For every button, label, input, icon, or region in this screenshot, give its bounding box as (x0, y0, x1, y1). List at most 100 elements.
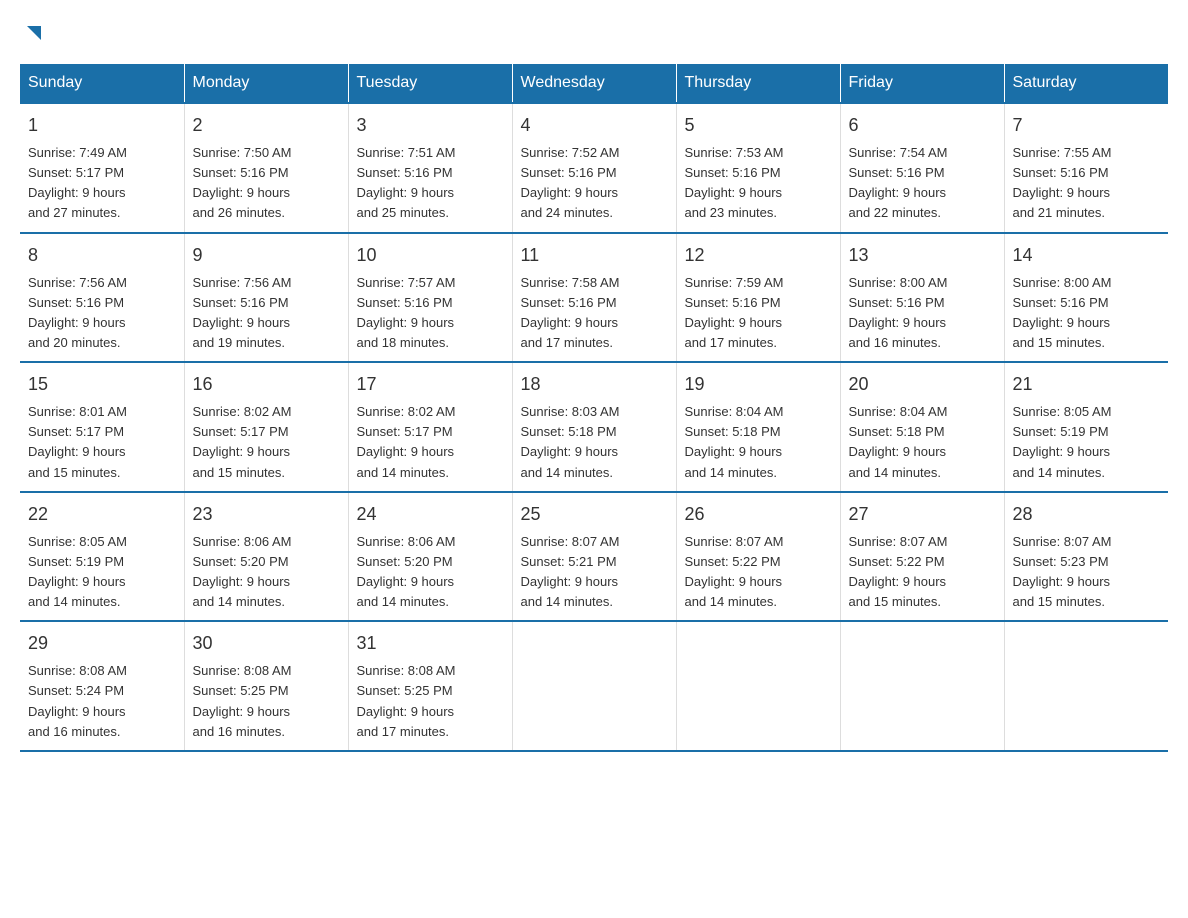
day-info: Sunrise: 7:59 AMSunset: 5:16 PMDaylight:… (685, 275, 784, 350)
calendar-cell: 6 Sunrise: 7:54 AMSunset: 5:16 PMDayligh… (840, 103, 1004, 233)
calendar-cell: 26 Sunrise: 8:07 AMSunset: 5:22 PMDaylig… (676, 492, 840, 622)
day-number: 16 (193, 371, 340, 398)
day-info: Sunrise: 8:02 AMSunset: 5:17 PMDaylight:… (193, 404, 292, 479)
day-info: Sunrise: 7:52 AMSunset: 5:16 PMDaylight:… (521, 145, 620, 220)
day-info: Sunrise: 7:53 AMSunset: 5:16 PMDaylight:… (685, 145, 784, 220)
calendar-cell: 29 Sunrise: 8:08 AMSunset: 5:24 PMDaylig… (20, 621, 184, 751)
calendar-cell: 13 Sunrise: 8:00 AMSunset: 5:16 PMDaylig… (840, 233, 1004, 363)
calendar-cell (1004, 621, 1168, 751)
day-number: 27 (849, 501, 996, 528)
day-info: Sunrise: 7:57 AMSunset: 5:16 PMDaylight:… (357, 275, 456, 350)
day-number: 25 (521, 501, 668, 528)
calendar-cell: 28 Sunrise: 8:07 AMSunset: 5:23 PMDaylig… (1004, 492, 1168, 622)
calendar-cell: 17 Sunrise: 8:02 AMSunset: 5:17 PMDaylig… (348, 362, 512, 492)
header-sunday: Sunday (20, 64, 184, 103)
calendar-cell: 12 Sunrise: 7:59 AMSunset: 5:16 PMDaylig… (676, 233, 840, 363)
day-info: Sunrise: 7:56 AMSunset: 5:16 PMDaylight:… (28, 275, 127, 350)
day-info: Sunrise: 8:03 AMSunset: 5:18 PMDaylight:… (521, 404, 620, 479)
calendar-cell: 4 Sunrise: 7:52 AMSunset: 5:16 PMDayligh… (512, 103, 676, 233)
calendar-cell: 24 Sunrise: 8:06 AMSunset: 5:20 PMDaylig… (348, 492, 512, 622)
calendar-cell: 22 Sunrise: 8:05 AMSunset: 5:19 PMDaylig… (20, 492, 184, 622)
day-info: Sunrise: 8:06 AMSunset: 5:20 PMDaylight:… (357, 534, 456, 609)
calendar-week-2: 8 Sunrise: 7:56 AMSunset: 5:16 PMDayligh… (20, 233, 1168, 363)
header-monday: Monday (184, 64, 348, 103)
calendar-cell: 15 Sunrise: 8:01 AMSunset: 5:17 PMDaylig… (20, 362, 184, 492)
calendar-cell (840, 621, 1004, 751)
day-info: Sunrise: 7:54 AMSunset: 5:16 PMDaylight:… (849, 145, 948, 220)
day-info: Sunrise: 8:00 AMSunset: 5:16 PMDaylight:… (1013, 275, 1112, 350)
header-thursday: Thursday (676, 64, 840, 103)
calendar-cell: 20 Sunrise: 8:04 AMSunset: 5:18 PMDaylig… (840, 362, 1004, 492)
header-saturday: Saturday (1004, 64, 1168, 103)
day-number: 17 (357, 371, 504, 398)
calendar-cell: 27 Sunrise: 8:07 AMSunset: 5:22 PMDaylig… (840, 492, 1004, 622)
day-number: 20 (849, 371, 996, 398)
day-number: 29 (28, 630, 176, 657)
day-number: 7 (1013, 112, 1161, 139)
day-info: Sunrise: 8:05 AMSunset: 5:19 PMDaylight:… (28, 534, 127, 609)
day-number: 31 (357, 630, 504, 657)
day-info: Sunrise: 8:08 AMSunset: 5:25 PMDaylight:… (357, 663, 456, 738)
day-info: Sunrise: 8:07 AMSunset: 5:22 PMDaylight:… (685, 534, 784, 609)
day-info: Sunrise: 8:02 AMSunset: 5:17 PMDaylight:… (357, 404, 456, 479)
calendar-cell: 10 Sunrise: 7:57 AMSunset: 5:16 PMDaylig… (348, 233, 512, 363)
day-info: Sunrise: 8:07 AMSunset: 5:23 PMDaylight:… (1013, 534, 1112, 609)
day-number: 30 (193, 630, 340, 657)
day-number: 21 (1013, 371, 1161, 398)
day-number: 8 (28, 242, 176, 269)
header-tuesday: Tuesday (348, 64, 512, 103)
day-info: Sunrise: 7:51 AMSunset: 5:16 PMDaylight:… (357, 145, 456, 220)
day-number: 18 (521, 371, 668, 398)
day-number: 24 (357, 501, 504, 528)
calendar-cell: 7 Sunrise: 7:55 AMSunset: 5:16 PMDayligh… (1004, 103, 1168, 233)
header-friday: Friday (840, 64, 1004, 103)
calendar-cell: 1 Sunrise: 7:49 AMSunset: 5:17 PMDayligh… (20, 103, 184, 233)
day-number: 23 (193, 501, 340, 528)
day-info: Sunrise: 8:06 AMSunset: 5:20 PMDaylight:… (193, 534, 292, 609)
day-info: Sunrise: 7:56 AMSunset: 5:16 PMDaylight:… (193, 275, 292, 350)
day-info: Sunrise: 8:07 AMSunset: 5:21 PMDaylight:… (521, 534, 620, 609)
day-number: 3 (357, 112, 504, 139)
day-number: 14 (1013, 242, 1161, 269)
day-number: 28 (1013, 501, 1161, 528)
calendar-cell: 3 Sunrise: 7:51 AMSunset: 5:16 PMDayligh… (348, 103, 512, 233)
calendar-cell: 11 Sunrise: 7:58 AMSunset: 5:16 PMDaylig… (512, 233, 676, 363)
calendar-cell: 14 Sunrise: 8:00 AMSunset: 5:16 PMDaylig… (1004, 233, 1168, 363)
calendar-cell: 19 Sunrise: 8:04 AMSunset: 5:18 PMDaylig… (676, 362, 840, 492)
day-number: 10 (357, 242, 504, 269)
header-wednesday: Wednesday (512, 64, 676, 103)
day-number: 9 (193, 242, 340, 269)
day-info: Sunrise: 8:05 AMSunset: 5:19 PMDaylight:… (1013, 404, 1112, 479)
day-number: 12 (685, 242, 832, 269)
logo (20, 20, 45, 44)
calendar-table: SundayMondayTuesdayWednesdayThursdayFrid… (20, 64, 1168, 752)
calendar-cell: 8 Sunrise: 7:56 AMSunset: 5:16 PMDayligh… (20, 233, 184, 363)
day-info: Sunrise: 7:58 AMSunset: 5:16 PMDaylight:… (521, 275, 620, 350)
day-info: Sunrise: 7:50 AMSunset: 5:16 PMDaylight:… (193, 145, 292, 220)
day-number: 4 (521, 112, 668, 139)
calendar-week-1: 1 Sunrise: 7:49 AMSunset: 5:17 PMDayligh… (20, 103, 1168, 233)
day-number: 13 (849, 242, 996, 269)
calendar-cell: 23 Sunrise: 8:06 AMSunset: 5:20 PMDaylig… (184, 492, 348, 622)
calendar-week-3: 15 Sunrise: 8:01 AMSunset: 5:17 PMDaylig… (20, 362, 1168, 492)
day-number: 11 (521, 242, 668, 269)
calendar-cell: 16 Sunrise: 8:02 AMSunset: 5:17 PMDaylig… (184, 362, 348, 492)
calendar-cell (676, 621, 840, 751)
day-info: Sunrise: 7:49 AMSunset: 5:17 PMDaylight:… (28, 145, 127, 220)
calendar-cell: 5 Sunrise: 7:53 AMSunset: 5:16 PMDayligh… (676, 103, 840, 233)
day-info: Sunrise: 8:07 AMSunset: 5:22 PMDaylight:… (849, 534, 948, 609)
calendar-cell (512, 621, 676, 751)
calendar-cell: 25 Sunrise: 8:07 AMSunset: 5:21 PMDaylig… (512, 492, 676, 622)
calendar-week-4: 22 Sunrise: 8:05 AMSunset: 5:19 PMDaylig… (20, 492, 1168, 622)
day-number: 22 (28, 501, 176, 528)
day-info: Sunrise: 8:00 AMSunset: 5:16 PMDaylight:… (849, 275, 948, 350)
calendar-cell: 9 Sunrise: 7:56 AMSunset: 5:16 PMDayligh… (184, 233, 348, 363)
day-number: 1 (28, 112, 176, 139)
page-header (20, 20, 1168, 44)
calendar-header-row: SundayMondayTuesdayWednesdayThursdayFrid… (20, 64, 1168, 103)
day-number: 2 (193, 112, 340, 139)
day-info: Sunrise: 8:08 AMSunset: 5:25 PMDaylight:… (193, 663, 292, 738)
calendar-cell: 2 Sunrise: 7:50 AMSunset: 5:16 PMDayligh… (184, 103, 348, 233)
day-info: Sunrise: 7:55 AMSunset: 5:16 PMDaylight:… (1013, 145, 1112, 220)
day-info: Sunrise: 8:04 AMSunset: 5:18 PMDaylight:… (849, 404, 948, 479)
